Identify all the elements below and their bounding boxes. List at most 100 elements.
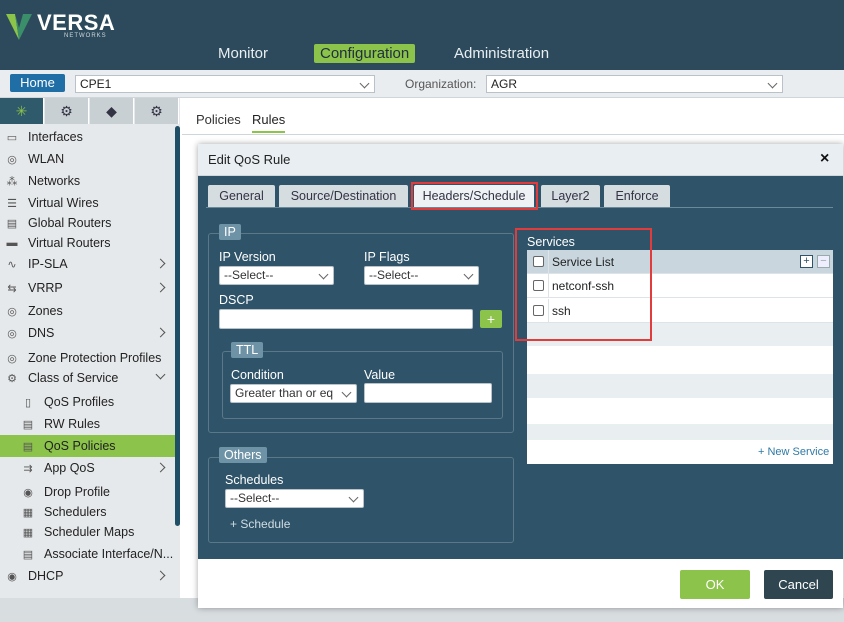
router-icon: ▤ [6,217,18,230]
sidebar-item-class-of-service[interactable]: ⚙ Class of Service [0,367,176,389]
dns-icon: ◎ [7,327,17,340]
nav-administration[interactable]: Administration [454,45,549,62]
tab-general[interactable]: General [208,185,275,207]
tab-source-destination[interactable]: Source/Destination [279,185,408,207]
sidebar-item-networks[interactable]: ⁂ Networks [0,170,176,192]
sidebar-item-drop-profile[interactable]: ◉ Drop Profile [0,481,176,503]
brand-sub: NETWORKS [64,33,107,39]
gear-icon[interactable]: ⚙ [45,98,89,124]
sidebar-item-associate-interface-n[interactable]: ▤ Associate Interface/N... [0,543,176,565]
sidebar-item-virtual-wires[interactable]: ☰ Virtual Wires [0,192,176,214]
sidebar-item-label: Zones [28,304,63,318]
settings-gears-icon[interactable]: ⚙ [135,98,179,124]
ip-version-label: IP Version [219,250,276,264]
sidebar-item-zones[interactable]: ◎ Zones [0,300,176,322]
sidebar-item-app-qos[interactable]: ⇉ App QoS [0,457,176,479]
chevron-down-icon [463,269,474,280]
sidebar-item-label: Global Routers [28,216,112,230]
ip-flags-select[interactable]: --Select-- [364,266,479,285]
home-button[interactable]: Home [10,74,65,92]
sidebar-item-ip-sla[interactable]: ∿ IP-SLA [0,253,176,275]
chevron-right-icon[interactable] [155,258,166,269]
sidebar-item-global-routers[interactable]: ▤ Global Routers [0,212,176,234]
wire-icon: ☰ [7,197,17,210]
tab-layer2[interactable]: Layer2 [541,185,600,207]
zone-icon: ◎ [7,305,17,318]
tab-enforce[interactable]: Enforce [604,185,670,207]
table-row [527,374,833,398]
ttl-legend: TTL [231,342,264,358]
organization-value: AGR [491,77,518,91]
profile-icon: ▯ [24,396,32,409]
organization-select[interactable]: AGR [486,75,783,93]
sidebar-scrollbar[interactable] [175,126,180,526]
ip-version-select[interactable]: --Select-- [219,266,334,285]
appliance-select[interactable]: CPE1 [75,75,375,93]
vrrp-icon: ⇆ [7,282,17,295]
schedules-select[interactable]: --Select-- [225,489,364,508]
sidebar-item-scheduler-maps[interactable]: ▦ Scheduler Maps [0,521,176,543]
chevron-down-icon[interactable] [155,369,166,380]
highlight-box [515,228,652,341]
interfaces-icon: ▭ [6,131,18,144]
add-dscp-button[interactable]: + [480,310,502,328]
sidebar-item-label: DHCP [28,569,64,583]
sidebar-item-interfaces[interactable]: ▭ Interfaces [0,126,176,148]
tab-policies[interactable]: Policies [196,112,241,127]
ttl-value-input[interactable] [364,383,492,403]
close-icon[interactable]: × [820,150,829,168]
table-row [527,424,833,440]
sidebar-item-qos-profiles[interactable]: ▯ QoS Profiles [0,391,176,413]
new-service-link[interactable]: + New Service [758,446,829,458]
chevron-right-icon[interactable] [155,327,166,338]
sidebar-item-label: Networks [28,174,81,188]
chevron-down-icon [359,78,370,89]
rules-icon: ▤ [22,418,34,431]
sidebar-item-dns[interactable]: ◎ DNS [0,322,176,344]
highlight-box [411,182,538,210]
sidebar-item-zone-protection-profiles[interactable]: ◎ Zone Protection Profiles [0,347,176,369]
sidebar-item-schedulers[interactable]: ▦ Schedulers [0,501,176,523]
dscp-input[interactable] [219,309,473,329]
condition-label: Condition [231,368,284,382]
sidebar-item-label: Schedulers [44,505,107,519]
wifi-icon: ◎ [7,153,17,166]
nav-configuration[interactable]: Configuration [314,44,416,63]
nav-monitor[interactable]: Monitor [218,45,268,62]
organization-label: Organization: [405,77,477,91]
sidebar-item-label: VRRP [28,281,63,295]
cube-icon[interactable]: ◆ [90,98,134,124]
divider [182,134,844,135]
sidebar-item-qos-policies[interactable]: ▤ QoS Policies [0,435,176,457]
add-schedule-link[interactable]: + Schedule [230,517,290,531]
associate-icon: ▤ [22,548,34,561]
remove-service-icon[interactable]: − [817,255,830,268]
chevron-right-icon[interactable] [155,282,166,293]
tab-rules[interactable]: Rules [252,112,286,133]
ok-button[interactable]: OK [680,570,750,599]
sidebar-item-dhcp[interactable]: ◉ DHCP [0,565,176,587]
ip-flags-label: IP Flags [364,250,410,264]
sidebar-item-label: QoS Policies [44,439,116,453]
condition-select[interactable]: Greater than or eq [230,384,357,403]
app-icon: ⇉ [23,462,33,475]
sidebar-item-rw-rules[interactable]: ▤ RW Rules [0,413,176,435]
add-service-icon[interactable]: + [800,255,813,268]
sidebar-item-vrrp[interactable]: ⇆ VRRP [0,277,176,299]
chevron-right-icon[interactable] [155,462,166,473]
policy-icon: ▤ [22,440,34,453]
drop-icon: ◉ [23,486,33,499]
chevron-right-icon[interactable] [155,570,166,581]
dhcp-icon: ◉ [7,570,17,583]
sidebar-tabs: ✳ ⚙ ◆ ⚙ [0,98,180,124]
cancel-button[interactable]: Cancel [764,570,833,599]
map-icon: ▦ [22,526,34,539]
schedules-label: Schedules [225,473,284,487]
network-tab-icon[interactable]: ✳ [0,98,44,124]
sidebar-item-label: Virtual Wires [28,196,99,210]
sidebar-item-label: Virtual Routers [28,236,111,250]
chevron-down-icon [341,387,352,398]
condition-value: Greater than or eq [235,386,334,400]
sidebar-item-virtual-routers[interactable]: ▬ Virtual Routers [0,232,176,254]
sidebar-item-wlan[interactable]: ◎ WLAN [0,148,176,170]
